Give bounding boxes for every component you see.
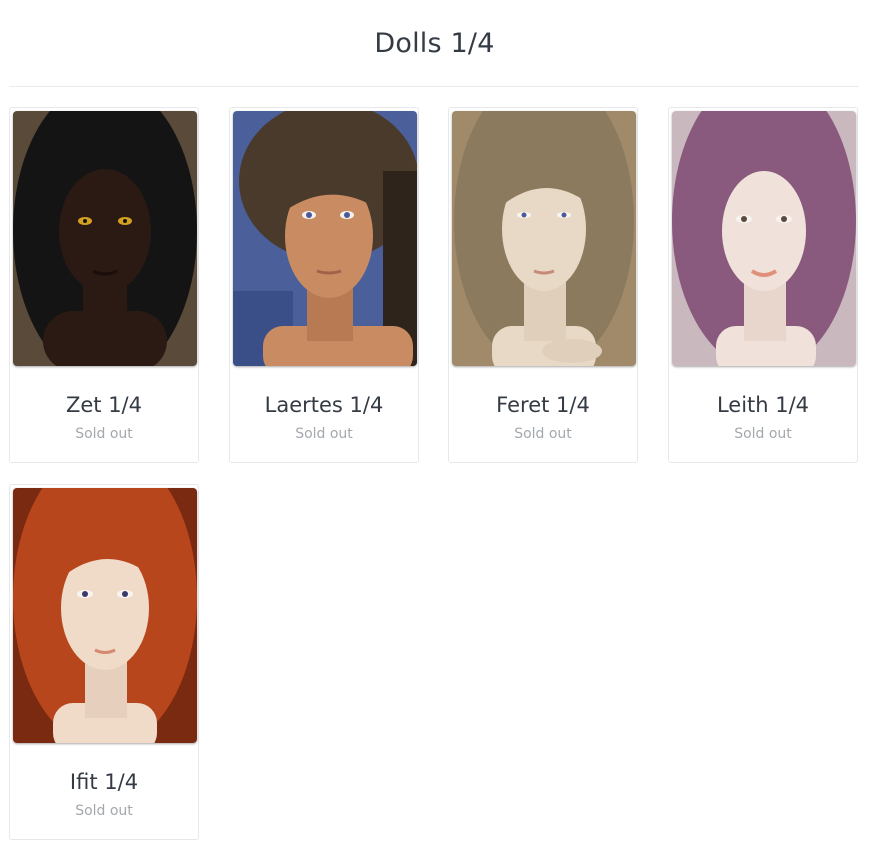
product-card[interactable]: Leith 1/4 Sold out [668, 107, 858, 463]
page-title: Dolls 1/4 [374, 28, 495, 59]
product-name[interactable]: Zet 1/4 [10, 391, 198, 419]
doll-portrait-image [452, 111, 636, 366]
doll-portrait-image [672, 111, 856, 366]
product-name[interactable]: Ifit 1/4 [10, 768, 198, 796]
product-status: Sold out [75, 426, 133, 442]
product-photo[interactable] [672, 111, 856, 366]
doll-portrait-image [233, 111, 417, 366]
collection-page: Dolls 1/4 Zet 1/4 Sold out Laertes 1/4 S… [0, 0, 869, 853]
product-name[interactable]: Feret 1/4 [449, 391, 637, 419]
doll-portrait-image [13, 111, 197, 366]
product-card[interactable]: Ifit 1/4 Sold out [9, 484, 199, 840]
product-status: Sold out [75, 803, 133, 819]
product-status: Sold out [514, 426, 572, 442]
title-divider [9, 86, 859, 87]
product-photo[interactable] [233, 111, 417, 366]
product-card[interactable]: Zet 1/4 Sold out [9, 107, 199, 463]
doll-portrait-image [13, 488, 197, 743]
product-photo[interactable] [13, 111, 197, 366]
product-card[interactable]: Laertes 1/4 Sold out [229, 107, 419, 463]
product-status: Sold out [734, 426, 792, 442]
product-photo[interactable] [13, 488, 197, 743]
product-name[interactable]: Leith 1/4 [669, 391, 857, 419]
product-status: Sold out [295, 426, 353, 442]
product-card[interactable]: Feret 1/4 Sold out [448, 107, 638, 463]
product-name[interactable]: Laertes 1/4 [230, 391, 418, 419]
product-photo[interactable] [452, 111, 636, 366]
